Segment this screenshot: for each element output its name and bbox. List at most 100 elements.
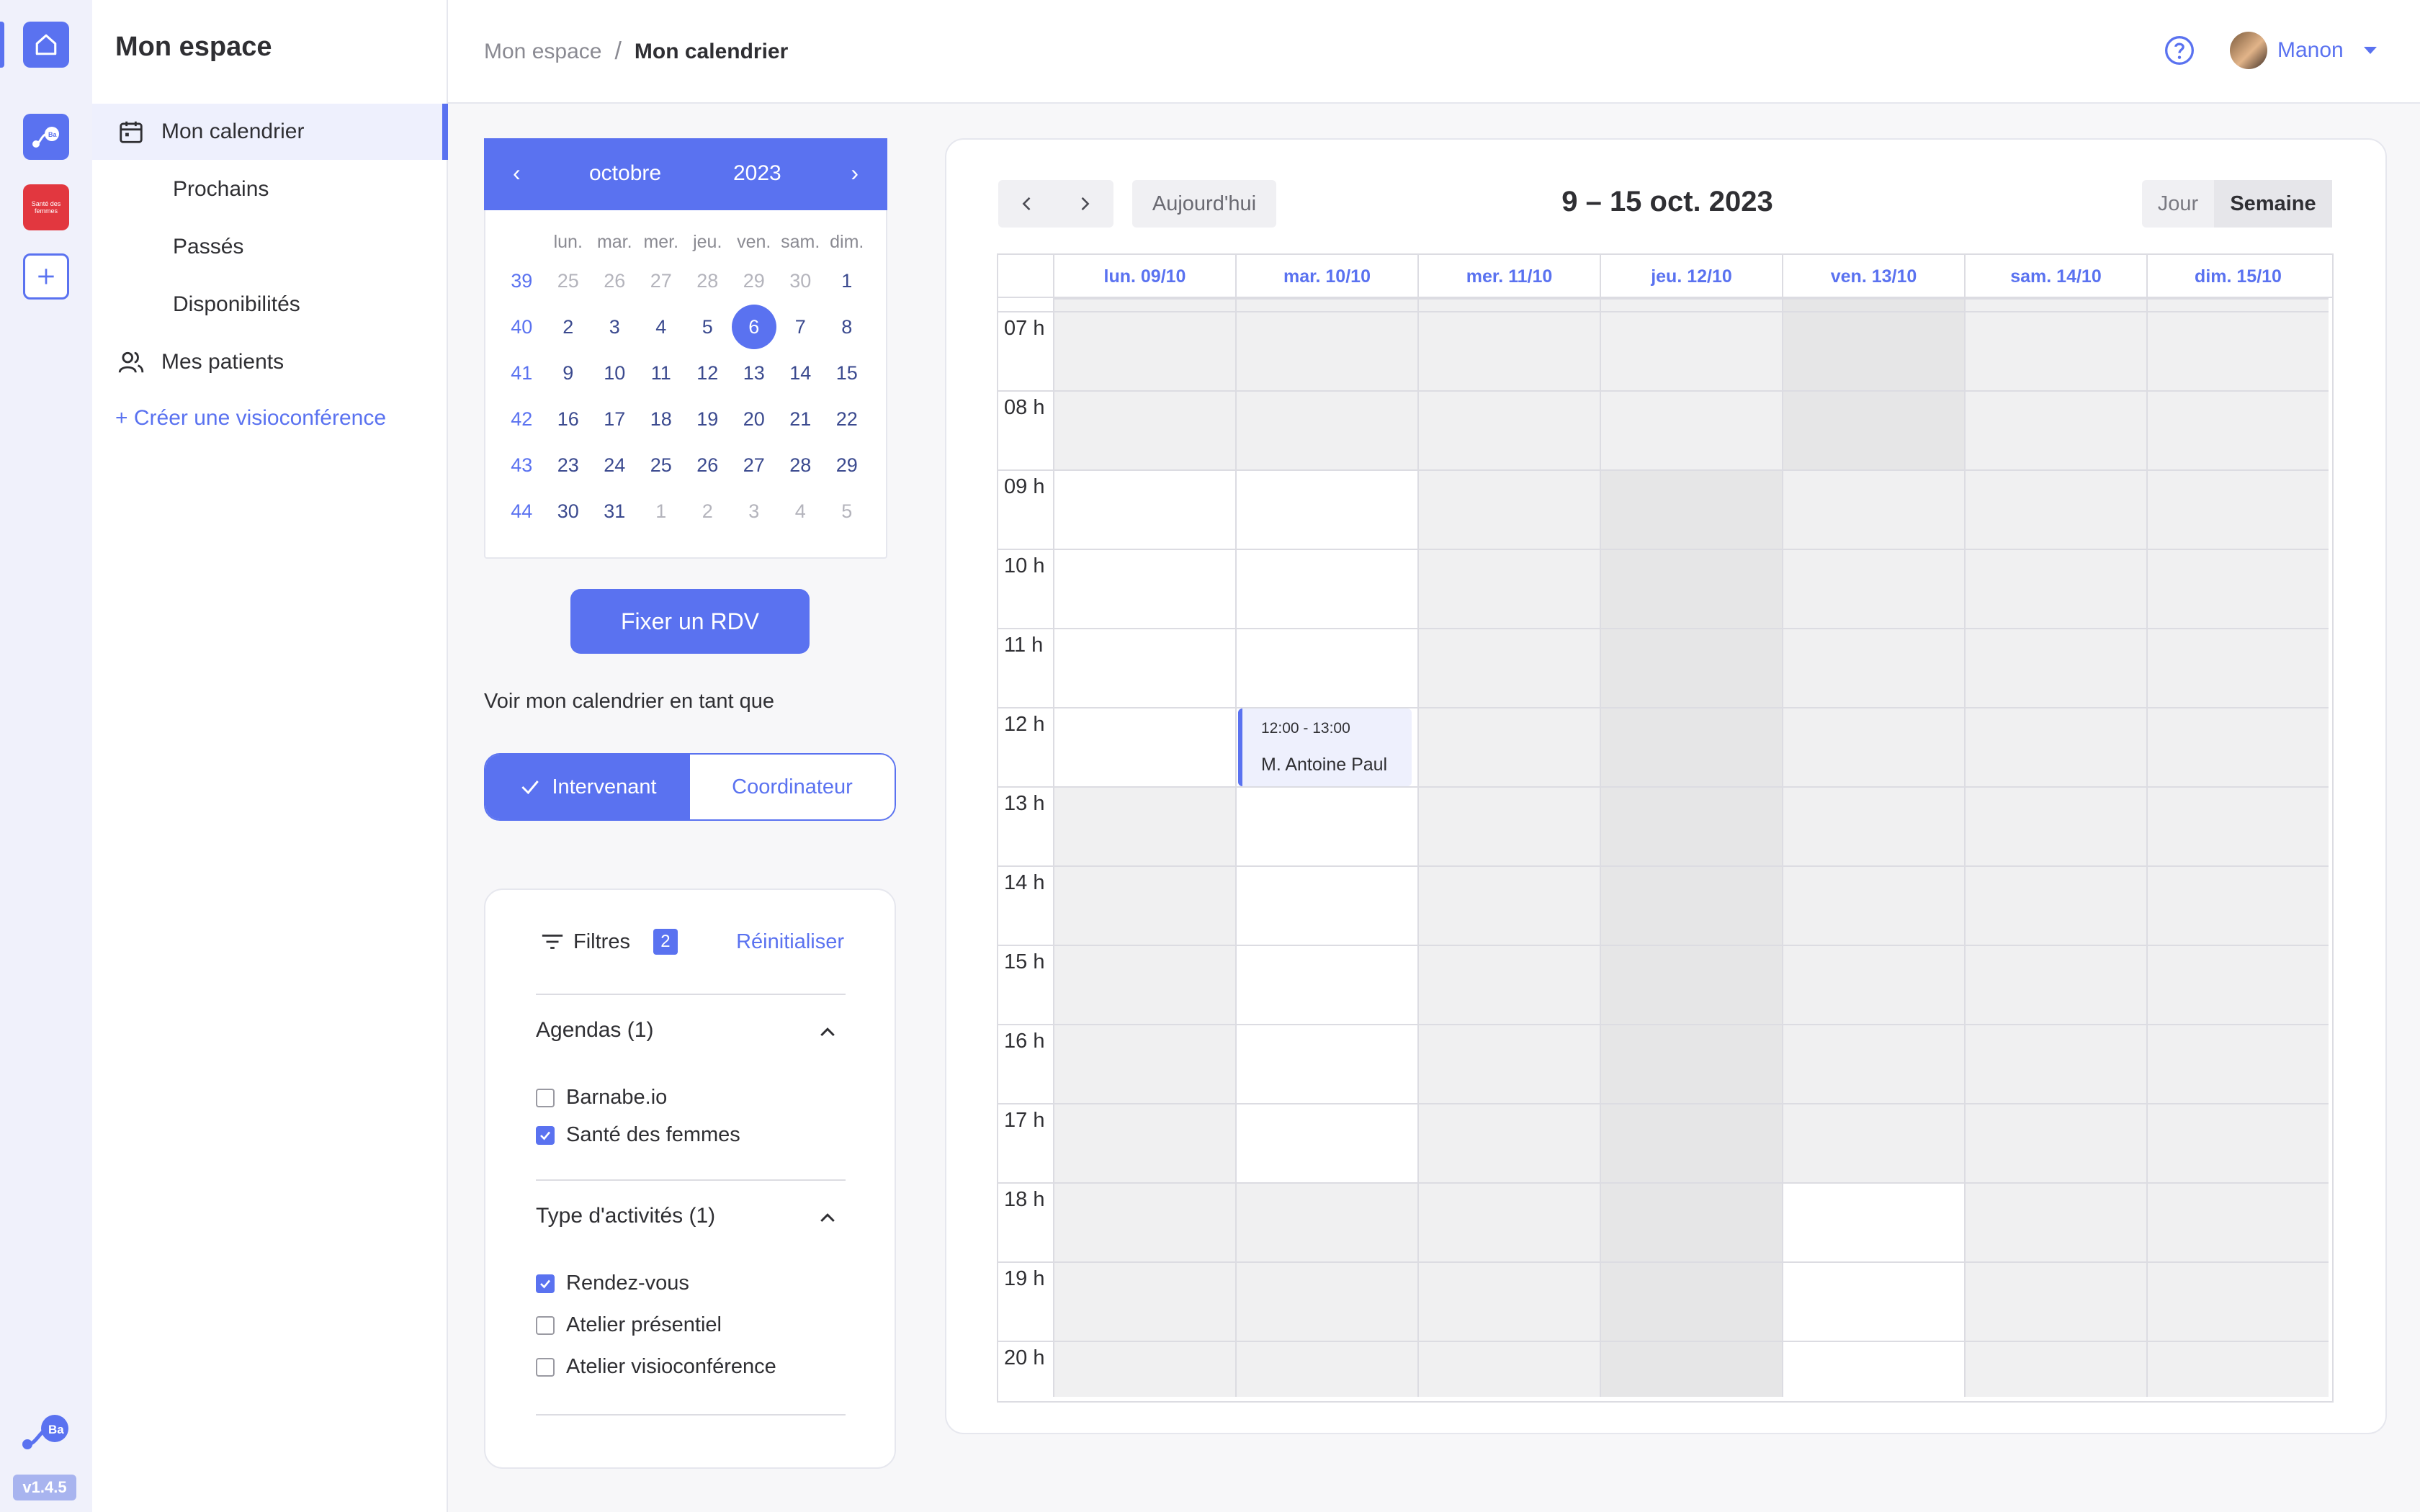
agenda-option-sante[interactable]: Santé des femmes <box>536 1123 740 1147</box>
time-slot[interactable] <box>1417 1103 1600 1182</box>
calendar-day[interactable]: 16 <box>545 408 592 431</box>
sidebar-item-prochains[interactable]: Prochains <box>173 177 269 202</box>
time-slot[interactable] <box>2146 707 2329 786</box>
time-slot[interactable] <box>1964 1261 2146 1341</box>
day-column-header[interactable]: ven. 13/10 <box>1782 255 1964 298</box>
checkbox[interactable] <box>536 1357 555 1377</box>
time-slot[interactable] <box>1053 1024 1235 1103</box>
create-visio-link[interactable]: + Créer une visioconférence <box>115 406 386 431</box>
time-slot[interactable] <box>2146 311 2329 390</box>
time-slot[interactable] <box>1235 1182 1417 1261</box>
time-slot[interactable] <box>1053 945 1235 1024</box>
help-icon[interactable] <box>2164 35 2195 66</box>
day-column-header[interactable]: sam. 14/10 <box>1964 255 2146 298</box>
time-slot[interactable] <box>1417 865 1600 945</box>
week-number[interactable]: 39 <box>498 270 545 292</box>
week-number[interactable]: 42 <box>498 408 545 431</box>
time-slot[interactable] <box>1235 1341 1417 1397</box>
time-slot[interactable] <box>1417 1182 1600 1261</box>
checkbox[interactable] <box>536 1088 555 1107</box>
time-slot[interactable] <box>1053 865 1235 945</box>
time-slot[interactable] <box>1964 298 2146 311</box>
checkbox[interactable] <box>536 1315 555 1335</box>
week-number[interactable]: 43 <box>498 454 545 477</box>
calendar-day[interactable]: 26 <box>684 454 731 477</box>
calendar-day[interactable]: 13 <box>731 362 778 384</box>
time-slot[interactable] <box>1417 628 1600 707</box>
calendar-day[interactable]: 21 <box>777 408 824 431</box>
sidebar-item-disponibilites[interactable]: Disponibilités <box>173 292 300 317</box>
year-label[interactable]: 2023 <box>733 161 781 186</box>
view-week-button[interactable]: Semaine <box>2214 180 2332 228</box>
time-slot[interactable] <box>1053 707 1235 786</box>
view-day-button[interactable]: Jour <box>2142 180 2214 228</box>
calendar-day[interactable]: 5 <box>684 316 731 338</box>
agendas-section-title[interactable]: Agendas (1) <box>536 1018 653 1043</box>
time-slot[interactable] <box>1782 1103 1964 1182</box>
time-slot[interactable] <box>1782 298 1964 311</box>
day-column-header[interactable]: mar. 10/10 <box>1235 255 1417 298</box>
calendar-day[interactable]: 2 <box>545 316 592 338</box>
calendar-day[interactable]: 29 <box>731 270 778 292</box>
time-slot[interactable] <box>1782 1341 1964 1397</box>
month-label[interactable]: octobre <box>589 161 661 186</box>
sidebar-item-mes-patients[interactable]: Mes patients <box>92 334 448 390</box>
calendar-day[interactable]: 18 <box>638 408 685 431</box>
time-slot[interactable] <box>2146 1182 2329 1261</box>
time-slot[interactable] <box>1964 311 2146 390</box>
time-slot[interactable] <box>1964 390 2146 469</box>
next-month-icon[interactable]: › <box>851 160 859 186</box>
time-slot[interactable] <box>1600 311 1782 390</box>
time-slot[interactable] <box>1964 1024 2146 1103</box>
time-slot[interactable] <box>1053 549 1235 628</box>
time-slot[interactable] <box>1417 945 1600 1024</box>
time-slot[interactable] <box>1782 469 1964 549</box>
time-slot[interactable] <box>1964 945 2146 1024</box>
calendar-day[interactable]: 31 <box>591 500 638 523</box>
day-column-header[interactable]: dim. 15/10 <box>2146 255 2329 298</box>
time-slot[interactable] <box>1600 298 1782 311</box>
calendar-day[interactable]: 28 <box>684 270 731 292</box>
time-slot[interactable] <box>1782 390 1964 469</box>
time-slot[interactable] <box>1053 786 1235 865</box>
time-slot[interactable] <box>1600 1103 1782 1182</box>
time-slot[interactable] <box>2146 1341 2329 1397</box>
time-slot[interactable] <box>2146 298 2329 311</box>
calendar-day[interactable]: 14 <box>777 362 824 384</box>
time-slot[interactable] <box>1235 1103 1417 1182</box>
time-slot[interactable] <box>1782 945 1964 1024</box>
time-slot[interactable] <box>1600 628 1782 707</box>
time-slot[interactable] <box>1235 298 1417 311</box>
role-intervenant-button[interactable]: Intervenant <box>485 755 690 819</box>
time-slot[interactable] <box>2146 628 2329 707</box>
time-slot[interactable] <box>1417 311 1600 390</box>
calendar-day[interactable]: 25 <box>638 454 685 477</box>
time-slot[interactable] <box>1782 1261 1964 1341</box>
time-slot[interactable] <box>1053 311 1235 390</box>
fixer-rdv-button[interactable]: Fixer un RDV <box>570 589 810 654</box>
time-slot[interactable] <box>1235 390 1417 469</box>
time-slot[interactable] <box>1600 786 1782 865</box>
time-slot[interactable] <box>1782 628 1964 707</box>
calendar-day[interactable]: 30 <box>777 270 824 292</box>
time-slot[interactable] <box>1053 1341 1235 1397</box>
calendar-day[interactable]: 22 <box>824 408 871 431</box>
time-slot[interactable] <box>1417 1341 1600 1397</box>
type-option-atelier-visio[interactable]: Atelier visioconférence <box>536 1355 776 1379</box>
breadcrumb-mon-espace[interactable]: Mon espace <box>484 40 601 64</box>
calendar-day[interactable]: 28 <box>777 454 824 477</box>
time-slot[interactable] <box>1417 1261 1600 1341</box>
time-slot[interactable] <box>1053 1261 1235 1341</box>
time-slot[interactable] <box>1053 390 1235 469</box>
time-slot[interactable] <box>1600 707 1782 786</box>
time-slot[interactable] <box>1235 311 1417 390</box>
calendar-day[interactable]: 8 <box>824 316 871 338</box>
time-slot[interactable] <box>1964 865 2146 945</box>
time-slot[interactable] <box>1235 1024 1417 1103</box>
week-number[interactable]: 41 <box>498 362 545 384</box>
role-coordinateur-button[interactable]: Coordinateur <box>690 755 895 819</box>
time-slot[interactable] <box>1782 311 1964 390</box>
reset-filters-link[interactable]: Réinitialiser <box>736 930 844 954</box>
calendar-day[interactable]: 3 <box>591 316 638 338</box>
calendar-day[interactable]: 1 <box>824 270 871 292</box>
